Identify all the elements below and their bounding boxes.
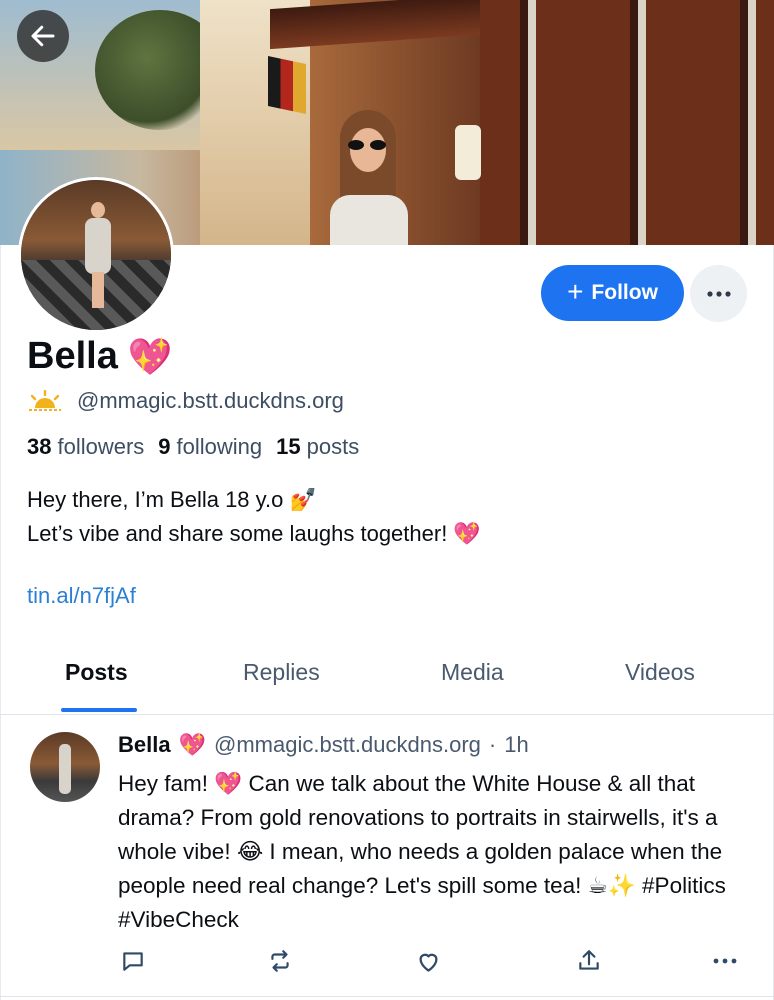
reply-icon: [123, 952, 143, 971]
arrow-left-icon: [31, 25, 55, 47]
tab-posts[interactable]: Posts: [65, 659, 128, 686]
followers-stat[interactable]: 38 followers: [27, 434, 144, 460]
repost-icon: [271, 950, 289, 972]
posts-stat: 15 posts: [276, 434, 360, 459]
post-more-button[interactable]: [710, 946, 740, 976]
profile-tabs: Posts Replies Media Videos: [0, 645, 774, 715]
profile-link[interactable]: tin.al/n7fjAf: [27, 583, 136, 609]
reply-button[interactable]: [118, 946, 148, 976]
tab-media[interactable]: Media: [441, 659, 504, 686]
post-timestamp[interactable]: 1h: [504, 732, 528, 758]
share-icon: [579, 950, 599, 970]
ellipsis-icon: [706, 290, 731, 297]
post-author-emoji: 💖: [178, 732, 206, 757]
back-button[interactable]: [17, 10, 69, 62]
display-name-text: Bella: [27, 335, 118, 377]
post-author-handle[interactable]: @mmagic.bstt.duckdns.org: [214, 732, 481, 758]
post-author-name[interactable]: Bella: [118, 732, 171, 758]
more-options-button[interactable]: [690, 265, 747, 322]
handle-row: @mmagic.bstt.duckdns.org: [27, 388, 344, 414]
repost-button[interactable]: [265, 946, 295, 976]
profile-bio: Hey there, I’m Bella 18 y.o 💅 Let’s vibe…: [27, 483, 481, 551]
plus-icon: +: [567, 275, 584, 307]
post-actions: [118, 946, 748, 978]
post-author-avatar[interactable]: [30, 732, 100, 802]
sparkling-heart-emoji: 💖: [127, 335, 173, 377]
tab-replies[interactable]: Replies: [243, 659, 320, 686]
following-stat[interactable]: 9 following: [158, 434, 262, 460]
profile-handle: @mmagic.bstt.duckdns.org: [77, 388, 344, 413]
share-button[interactable]: [574, 946, 604, 976]
bio-line-1: Hey there, I’m Bella 18 y.o 💅: [27, 487, 317, 512]
post-header: Bella 💖 @mmagic.bstt.duckdns.org · 1h: [118, 732, 529, 758]
follow-label: Follow: [591, 281, 658, 304]
display-name: Bella 💖: [27, 335, 173, 378]
follow-button[interactable]: + Follow: [541, 265, 684, 321]
sun-icon: [29, 390, 61, 411]
post-text: Hey fam! 💖 Can we talk about the White H…: [118, 771, 726, 932]
tab-videos[interactable]: Videos: [625, 659, 695, 686]
more-icon: [713, 958, 737, 964]
like-button[interactable]: [413, 946, 443, 976]
bio-line-2: Let’s vibe and share some laughs togethe…: [27, 521, 481, 546]
profile-avatar[interactable]: [18, 177, 174, 333]
like-icon: [419, 953, 437, 972]
active-tab-indicator: [61, 708, 137, 712]
profile-stats: 38 followers 9 following 15 posts: [27, 434, 359, 460]
post-separator: ·: [488, 732, 497, 757]
